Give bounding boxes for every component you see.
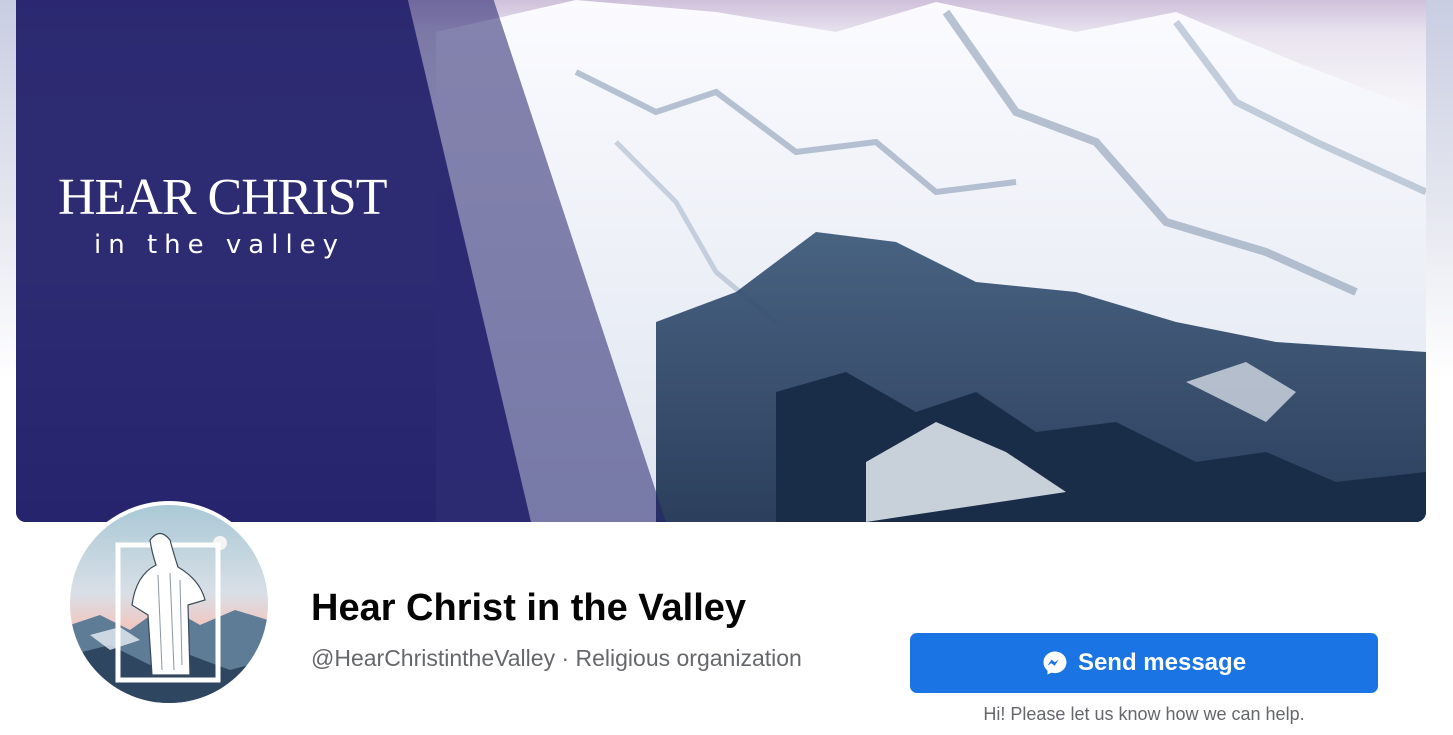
cover-photo[interactable]: HEAR CHRIST in the valley — [16, 0, 1426, 522]
cover-logo-title: HEAR CHRIST — [58, 169, 387, 226]
cover-logo-subtitle: in the valley — [94, 230, 346, 260]
send-message-button[interactable]: Send message — [910, 633, 1378, 693]
send-message-label: Send message — [1077, 649, 1247, 676]
profile-avatar[interactable] — [70, 505, 268, 703]
page-title: Hear Christ in the Valley — [311, 587, 747, 629]
messenger-icon — [1043, 651, 1067, 675]
help-text: Hi! Please let us know how we can help. — [983, 704, 1305, 724]
avatar-christus-image — [70, 505, 268, 703]
mountain-scene-image — [16, 0, 1426, 522]
page-handle-category: @HearChristintheValley · Religious organ… — [311, 645, 802, 671]
